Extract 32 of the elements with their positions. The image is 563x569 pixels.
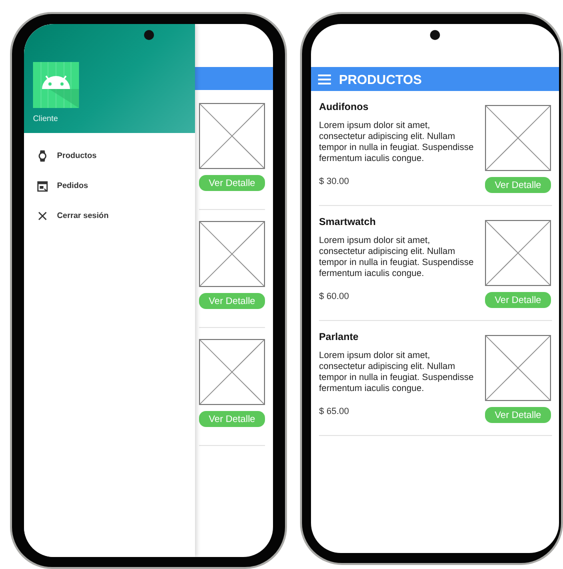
- drawer-menu-item[interactable]: Productos: [37, 147, 195, 164]
- drawer-menu-item[interactable]: Cerrar sesión: [37, 207, 195, 224]
- product-name: Smartwatch: [319, 217, 377, 228]
- detail-button[interactable]: Ver Detalle: [199, 411, 265, 427]
- image-placeholder: [485, 335, 551, 401]
- android-logo-icon: [33, 62, 79, 108]
- product-price: $ 30.00: [319, 176, 350, 186]
- image-placeholder: [199, 339, 265, 405]
- detail-button[interactable]: Ver Detalle: [485, 177, 551, 193]
- detail-button[interactable]: Ver Detalle: [485, 292, 551, 308]
- product-name: Audifonos: [319, 102, 370, 113]
- camera-icon: [430, 30, 440, 40]
- calendar-icon: [37, 180, 48, 192]
- image-placeholder: [485, 105, 551, 171]
- watch-icon: [37, 150, 48, 162]
- image-placeholder: [199, 103, 265, 169]
- user-name: Cliente: [33, 114, 58, 123]
- product-price: $ 60.00: [319, 291, 350, 301]
- detail-button[interactable]: Ver Detalle: [485, 407, 551, 423]
- product-description: Lorem ipsum dolor sit amet, consectetur adipiscing elit. Nullam tempor in nulla in feugiat. Suspendisse fermentum iaculis congue.: [319, 235, 475, 279]
- product-description: Lorem ipsum dolor sit amet, consectetur adipiscing elit. Nullam tempor in nulla in feugiat. Suspendisse fermentum iaculis congue.: [319, 120, 475, 164]
- close-icon: [37, 210, 48, 222]
- menu-icon[interactable]: [318, 74, 331, 84]
- product-name: Parlante: [319, 332, 360, 343]
- image-placeholder: [485, 220, 551, 286]
- image-placeholder: [199, 221, 265, 287]
- detail-button[interactable]: Ver Detalle: [199, 175, 265, 191]
- drawer-menu-item[interactable]: Pedidos: [37, 177, 195, 194]
- detail-button[interactable]: Ver Detalle: [199, 293, 265, 309]
- product-description: Lorem ipsum dolor sit amet, consectetur adipiscing elit. Nullam tempor in nulla in feugiat. Suspendisse fermentum iaculis congue.: [319, 350, 475, 394]
- screen-title: PRODUCTOS: [339, 72, 422, 86]
- product-price: $ 65.00: [319, 406, 350, 416]
